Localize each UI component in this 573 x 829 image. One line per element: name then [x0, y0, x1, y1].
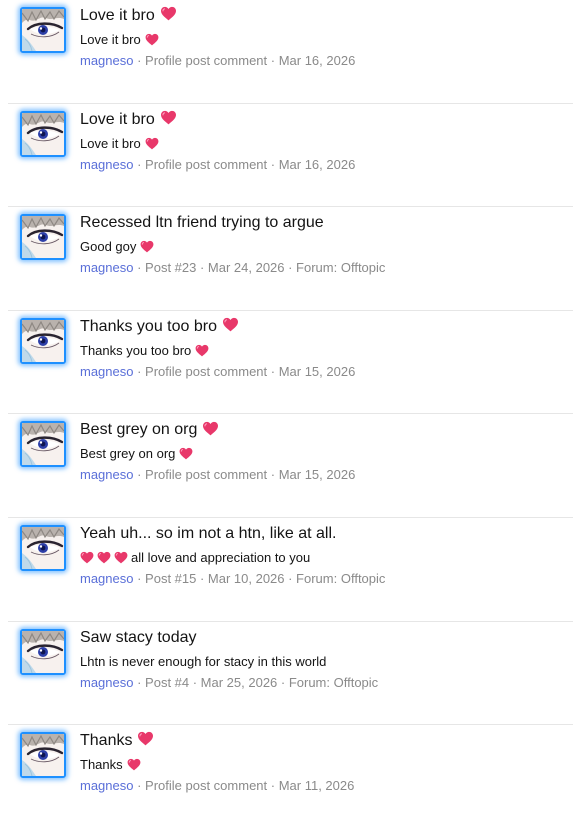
search-result-item[interactable]: Thanks you too bro Thanks you too bro magn… [8, 311, 573, 415]
username-link[interactable]: magneso [80, 157, 133, 172]
avatar[interactable] [20, 421, 66, 468]
avatar-image-icon [22, 631, 64, 673]
avatar-image-icon [22, 216, 64, 258]
avatar[interactable] [20, 110, 66, 157]
result-meta: magneso · Post #4 · Mar 25, 2026 · Forum… [80, 675, 378, 691]
heart-icon [137, 731, 154, 746]
result-snippet-text: all love and appreciation to you [131, 549, 311, 565]
result-title-text: Saw stacy today [80, 628, 197, 646]
result-snippet-text: Best grey on org [80, 446, 176, 462]
result-snippet: Love it bro [80, 136, 159, 152]
result-meta: magneso · Post #15 · Mar 10, 2026 · Foru… [80, 571, 385, 587]
heart-icon [179, 447, 193, 460]
result-meta-text: · Profile post comment · Mar 15, 2026 [133, 363, 356, 379]
avatar-image-icon [22, 113, 64, 155]
avatar[interactable] [20, 732, 66, 779]
result-title-link[interactable]: Best grey on org [80, 420, 219, 440]
heart-icon [145, 137, 159, 150]
search-result-item[interactable]: Best grey on org Best grey on org magneso … [8, 414, 573, 518]
username-link[interactable]: magneso [80, 260, 133, 275]
search-result-item[interactable]: Love it bro Love it bro magneso · Profile … [8, 0, 573, 104]
username-link[interactable]: magneso [80, 571, 133, 586]
result-title-text: Yeah uh... so im not a htn, like at all. [80, 524, 337, 542]
result-snippet: Love it bro [80, 32, 159, 48]
avatar[interactable] [20, 7, 66, 53]
result-meta: magneso · Profile post comment · Mar 15,… [80, 467, 355, 483]
result-meta-text: · Post #15 · Mar 10, 2026 · Forum: Offto… [133, 570, 386, 586]
result-snippet-text: Good goy [80, 239, 137, 255]
heart-icon [160, 110, 177, 125]
heart-icon [202, 421, 219, 436]
result-meta: magneso · Profile post comment · Mar 16,… [80, 53, 355, 69]
avatar[interactable] [20, 317, 66, 364]
result-snippet: all love and appreciation to you [80, 550, 310, 566]
result-snippet-text: Love it bro [80, 32, 141, 47]
avatar[interactable] [20, 214, 66, 261]
heart-icon [145, 33, 159, 46]
search-result-item[interactable]: Recessed ltn friend trying to argue Good … [8, 207, 573, 311]
result-snippet: Best grey on org [80, 446, 193, 462]
result-title-link[interactable]: Yeah uh... so im not a htn, like at all. [80, 524, 336, 544]
result-title-text: Thanks you too bro [80, 317, 217, 335]
result-title-link[interactable]: Saw stacy today [80, 628, 197, 648]
heart-icon [97, 551, 111, 564]
result-title-link[interactable]: Love it bro [80, 6, 177, 26]
result-snippet: Lhtn is never enough for stacy in this w… [80, 654, 326, 670]
result-meta: magneso · Profile post comment · Mar 16,… [80, 157, 355, 173]
result-title-link[interactable]: Thanks [80, 731, 154, 751]
result-snippet-text: Lhtn is never enough for stacy in this w… [80, 653, 327, 669]
username-link[interactable]: magneso [80, 778, 133, 793]
avatar-image-icon [22, 734, 64, 776]
username-link[interactable]: magneso [80, 364, 133, 379]
heart-icon [140, 240, 154, 253]
heart-icon [114, 551, 128, 564]
result-title-link[interactable]: Thanks you too bro [80, 317, 239, 337]
result-snippet-text: Thanks you too bro [80, 342, 192, 358]
heart-icon [222, 317, 239, 332]
result-meta-text: · Profile post comment · Mar 16, 2026 [133, 156, 356, 172]
result-snippet: Good goy [80, 239, 154, 255]
result-snippet: Thanks you too bro [80, 343, 209, 359]
result-title-text: Love it bro [80, 110, 155, 128]
result-title-text: Recessed ltn friend trying to argue [80, 214, 324, 232]
heart-icon [127, 758, 141, 771]
result-meta-text: · Post #23 · Mar 24, 2026 · Forum: Offto… [133, 260, 386, 276]
result-meta-text: · Profile post comment · Mar 11, 2026 [133, 778, 355, 794]
result-meta: magneso · Post #23 · Mar 24, 2026 · Foru… [80, 260, 385, 276]
result-snippet-text: Thanks [80, 757, 123, 773]
result-snippet: Thanks [80, 757, 141, 773]
result-title-text: Best grey on org [80, 421, 198, 439]
heart-icon [80, 551, 94, 564]
heart-icon [160, 6, 177, 21]
result-title-text: Thanks [80, 732, 133, 750]
result-title-link[interactable]: Love it bro [80, 110, 177, 130]
result-meta: magneso · Profile post comment · Mar 11,… [80, 778, 354, 794]
search-result-item[interactable]: Saw stacy today Lhtn is never enough for … [8, 622, 573, 726]
search-result-item[interactable]: Love it bro Love it bro magneso · Profile … [8, 104, 573, 208]
result-meta-text: · Post #4 · Mar 25, 2026 · Forum: Offtop… [133, 674, 379, 690]
result-meta: magneso · Profile post comment · Mar 15,… [80, 364, 355, 380]
result-meta-text: · Profile post comment · Mar 16, 2026 [133, 53, 356, 68]
search-result-item[interactable]: Thanks Thanks magneso · Profile post comme… [8, 725, 573, 829]
username-link[interactable]: magneso [80, 675, 133, 690]
avatar[interactable] [20, 628, 66, 675]
search-results-list: Love it bro Love it bro magneso · Profile … [0, 0, 573, 829]
username-link[interactable]: magneso [80, 53, 133, 68]
avatar-image-icon [22, 320, 64, 362]
heart-icon [195, 344, 209, 357]
result-title-link[interactable]: Recessed ltn friend trying to argue [80, 213, 324, 233]
search-result-item[interactable]: Yeah uh... so im not a htn, like at all.… [8, 518, 573, 622]
result-title-text: Love it bro [80, 7, 155, 24]
username-link[interactable]: magneso [80, 467, 133, 482]
avatar-image-icon [22, 423, 64, 465]
avatar-image-icon [22, 9, 64, 51]
result-meta-text: · Profile post comment · Mar 15, 2026 [133, 467, 356, 483]
result-snippet-text: Love it bro [80, 135, 141, 151]
avatar[interactable] [20, 524, 66, 571]
avatar-image-icon [22, 527, 64, 569]
